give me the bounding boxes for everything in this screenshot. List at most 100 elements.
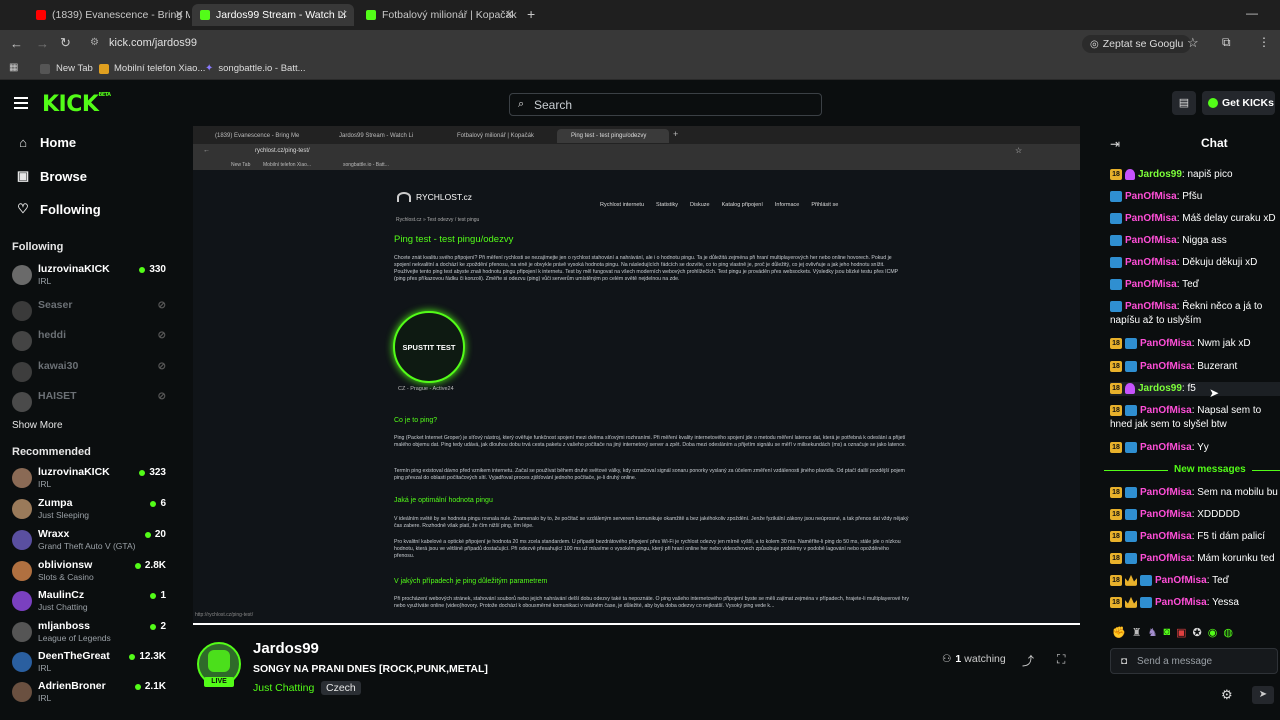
chat-username[interactable]: PanOfMisa <box>1140 553 1192 564</box>
following-channel-offline[interactable]: Seaser ⊘ <box>12 299 172 325</box>
chat-username[interactable]: PanOfMisa <box>1140 487 1192 498</box>
chat-username[interactable]: PanOfMisa <box>1155 575 1207 586</box>
url-field[interactable]: ⚙ kick.com/jardos99 <box>84 33 1214 55</box>
channel-name[interactable]: Jardos99 <box>253 640 319 657</box>
share-icon[interactable]: ⤴ <box>1022 652 1034 669</box>
chat-text: XDDDDD <box>1197 509 1241 520</box>
chat-username[interactable]: PanOfMisa <box>1140 361 1192 372</box>
chat-send-icon[interactable]: ➤ <box>1252 686 1274 704</box>
following-channel[interactable]: luzrovinaKICK IRL 330 <box>12 263 172 289</box>
nav-following[interactable]: ♡ Following <box>16 201 101 217</box>
sub-badge: 18 <box>1110 508 1122 520</box>
avatar <box>12 682 32 702</box>
chat-username[interactable]: Jardos99 <box>1138 383 1182 394</box>
beta-label: BETA <box>98 92 111 98</box>
chat-settings-gear-icon[interactable]: ⚙ <box>1221 687 1233 703</box>
chat-username[interactable]: PanOfMisa <box>1125 235 1177 246</box>
forward-icon[interactable]: → <box>36 36 49 51</box>
emote-icon[interactable]: ▣ <box>1176 626 1186 640</box>
inner-bookmark: songbattle.io - Batt... <box>343 162 389 168</box>
chat-username[interactable]: PanOfMisa <box>1140 405 1192 416</box>
bookmark-star-icon[interactable]: ☆ <box>1187 35 1199 51</box>
chat-username[interactable]: PanOfMisa <box>1140 338 1192 349</box>
bookmark-songbattle[interactable]: ✦ songbattle.io - Batt... <box>205 63 306 74</box>
chat-username[interactable]: PanOfMisa <box>1125 279 1177 290</box>
chat-message: PanOfMisa: Teď <box>1110 278 1280 292</box>
nav-browse[interactable]: ▣ Browse <box>16 168 87 184</box>
chat-username[interactable]: PanOfMisa <box>1140 442 1192 453</box>
close-tab-icon[interactable]: ✕ <box>505 8 514 21</box>
new-messages-label[interactable]: New messages <box>1168 464 1252 475</box>
chat-identity-icon[interactable]: ◘ <box>1121 656 1127 667</box>
viewer-count: 2 <box>150 621 166 632</box>
emote-icon[interactable]: ◍ <box>1223 626 1233 640</box>
chat-username[interactable]: PanOfMisa <box>1125 191 1177 202</box>
chat-username[interactable]: PanOfMisa <box>1140 509 1192 520</box>
get-kicks-button[interactable]: Get KICKs <box>1202 91 1275 115</box>
following-channel-offline[interactable]: HAISET ⊘ <box>12 390 172 416</box>
chat-username[interactable]: PanOfMisa <box>1140 531 1192 542</box>
recommended-channel[interactable]: MaulinCz Just Chatting 1 <box>12 589 172 615</box>
emote-icon[interactable]: ◉ <box>1208 626 1218 640</box>
video-player[interactable]: (1839) Evanescence - Bring Me Jardos99 S… <box>193 126 1080 623</box>
ask-google-chip[interactable]: ◎ Zeptat se Googlu <box>1082 35 1192 53</box>
layout-toggle-icon[interactable]: ▤ <box>1172 91 1196 115</box>
show-more-link[interactable]: Show More <box>12 420 63 431</box>
site-info-icon[interactable]: ⚙ <box>90 37 99 48</box>
nav-home[interactable]: ⌂ Home <box>16 135 76 150</box>
emote-icon[interactable]: ✊ <box>1112 626 1126 640</box>
section-what-heading: Co je to ping? <box>394 417 437 424</box>
chat-username[interactable]: PanOfMisa <box>1125 213 1177 224</box>
emote-icon[interactable]: ✪ <box>1193 626 1202 640</box>
channel-category: IRL <box>38 479 52 489</box>
menu-icon[interactable]: ⋮ <box>1258 35 1270 49</box>
bookmark-xiaomi[interactable]: Mobilní telefon Xiao... <box>99 63 205 74</box>
minimize-icon[interactable]: — <box>1246 6 1258 20</box>
emote-icon[interactable]: ♞ <box>1148 626 1158 640</box>
recommended-channel[interactable]: AdrienBroner IRL 2.1K <box>12 680 172 706</box>
offline-icon: ⊘ <box>157 300 166 311</box>
new-tab-button[interactable]: + <box>527 6 535 22</box>
back-icon[interactable]: ← <box>10 36 23 51</box>
send-message-input[interactable]: ◘ Send a message <box>1110 648 1278 674</box>
reload-icon[interactable]: ↻ <box>60 35 71 51</box>
close-tab-icon[interactable]: ✕ <box>175 8 184 21</box>
recommended-channel[interactable]: DeenTheGreat IRL 12.3K <box>12 650 172 676</box>
recommended-channel[interactable]: mljanboss League of Legends 2 <box>12 620 172 646</box>
site-heading: Ping test - test pingu/odezvy <box>394 234 514 245</box>
avatar <box>12 468 32 488</box>
emote-icon[interactable]: ♜ <box>1132 626 1142 640</box>
emote-icon[interactable]: ◙ <box>1163 626 1170 640</box>
hamburger-menu-icon[interactable] <box>14 97 28 109</box>
collapse-chat-icon[interactable]: ⇥ <box>1110 137 1120 151</box>
clip-icon[interactable]: ⛶ <box>1057 652 1065 667</box>
recommended-channel[interactable]: luzrovinaKICK IRL 323 <box>12 466 172 492</box>
chat-username[interactable]: PanOfMisa <box>1125 301 1177 312</box>
language-tag[interactable]: Czech <box>321 681 361 695</box>
nav-label: Following <box>40 201 101 217</box>
channel-name: DeenTheGreat <box>38 650 110 662</box>
recommended-channel[interactable]: Zumpa Just Sleeping 6 <box>12 497 172 523</box>
nav-label: Browse <box>40 168 87 184</box>
stream-category-link[interactable]: Just Chatting <box>253 682 314 694</box>
extensions-icon[interactable]: ⧉ <box>1222 35 1231 50</box>
browser-tab-1[interactable]: (1839) Evanescence - Bring Me ✕ <box>28 4 190 26</box>
stream-title: SONGY NA PRANI DNES [ROCK,PUNK,METAL] <box>253 663 488 675</box>
chat-username[interactable]: Jardos99 <box>1138 169 1182 180</box>
browser-tab-3[interactable]: Fotbalový milionář | Kopačák ✕ <box>358 4 520 26</box>
following-channel-offline[interactable]: heddi ⊘ <box>12 329 172 355</box>
viewer-count: 20 <box>145 529 166 540</box>
close-tab-icon[interactable]: ✕ <box>339 8 348 21</box>
following-channel-offline[interactable]: kawai30 ⊘ <box>12 360 172 386</box>
bookmark-new-tab[interactable]: New Tab <box>40 63 93 74</box>
browser-tab-2[interactable]: Jardos99 Stream - Watch Li ✕ <box>192 4 354 26</box>
recommended-channel[interactable]: oblivionsw Slots & Casino 2.8K <box>12 559 172 585</box>
search-input[interactable]: ⌕ Search <box>509 93 822 116</box>
recommended-channel[interactable]: Wraxx Grand Theft Auto V (GTA) 20 <box>12 528 172 554</box>
kick-logo[interactable]: KICKBETA <box>42 92 111 117</box>
shared-screen-website: RYCHLOST.cz Rychlost internetu Statistik… <box>193 170 1080 623</box>
chat-username[interactable]: PanOfMisa <box>1155 597 1207 608</box>
kicks-coin-icon <box>1208 98 1218 108</box>
chat-username[interactable]: PanOfMisa <box>1125 257 1177 268</box>
apps-icon[interactable]: ▦ <box>9 62 18 73</box>
